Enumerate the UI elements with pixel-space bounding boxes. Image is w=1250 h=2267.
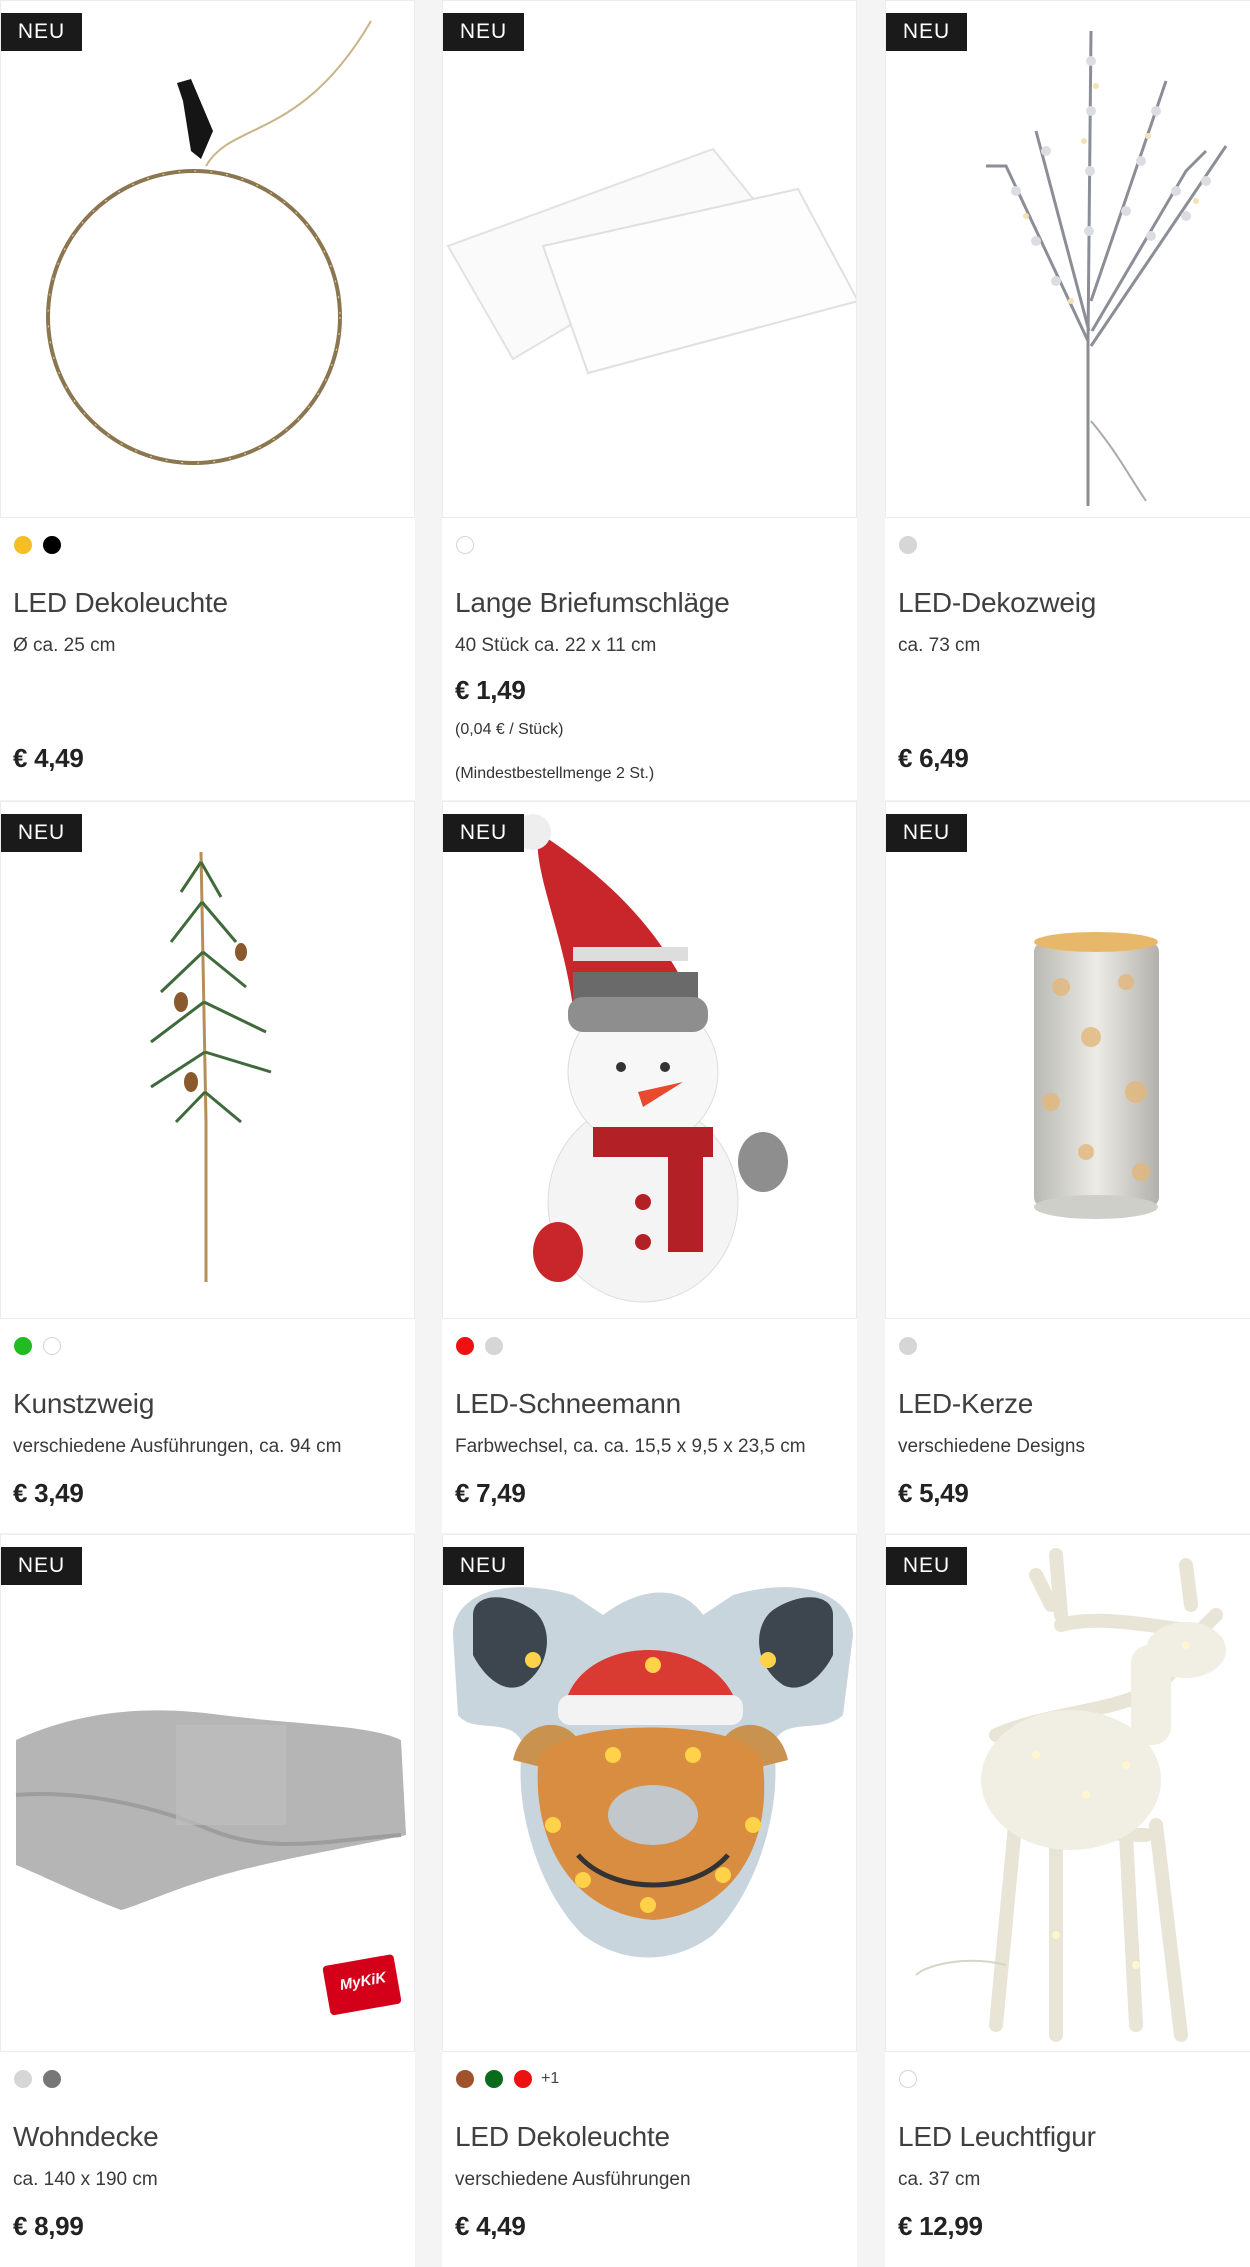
product-desc: 40 Stück ca. 22 x 11 cm	[455, 635, 657, 656]
new-badge: NEU	[443, 1547, 524, 1585]
color-swatches	[899, 2070, 917, 2088]
color-swatches	[899, 536, 917, 554]
product-desc: ca. 140 x 190 cm	[13, 2169, 158, 2190]
product-card[interactable]: NEU Lange Briefumschläge 40 Stück ca. 22…	[442, 0, 857, 800]
envelopes-icon	[446, 147, 856, 375]
product-card[interactable]: NEU Kunstzweig verschiedene Ausführungen…	[0, 801, 415, 1533]
product-image[interactable]: NEU	[442, 0, 857, 518]
new-badge: NEU	[443, 13, 524, 51]
color-swatch[interactable]	[899, 1337, 917, 1355]
product-image[interactable]: NEU	[885, 0, 1250, 518]
color-swatches	[899, 1337, 917, 1355]
new-badge: NEU	[886, 1547, 967, 1585]
new-badge: NEU	[1, 1547, 82, 1585]
product-title[interactable]: LED-Schneemann	[455, 1388, 681, 1420]
product-image[interactable]: NEU	[442, 1534, 857, 2052]
product-image[interactable]: NEU	[885, 801, 1250, 1319]
product-price: € 4,49	[455, 2211, 526, 2241]
reindeer-figure-icon	[915, 1548, 1226, 2042]
color-swatches	[14, 1337, 61, 1355]
color-swatch[interactable]	[514, 2070, 532, 2088]
color-swatch[interactable]	[14, 536, 32, 554]
color-swatch[interactable]	[485, 1337, 503, 1355]
product-image[interactable]: NEU	[442, 801, 857, 1319]
product-card[interactable]: NEU LED-Schneemann Farbwechsel, ca. ca. …	[442, 801, 857, 1533]
color-swatch[interactable]	[14, 1337, 32, 1355]
product-price: € 4,49	[13, 743, 84, 773]
product-image[interactable]: NEU	[0, 801, 415, 1319]
product-image[interactable]: NEU MyKiK	[0, 1534, 415, 2052]
product-title[interactable]: LED Dekoleuchte	[13, 587, 228, 619]
min-order-note: (Mindestbestellmenge 2 St.)	[455, 765, 655, 782]
product-price: € 3,49	[13, 1478, 84, 1508]
color-swatch[interactable]	[14, 2070, 32, 2088]
new-badge: NEU	[1, 13, 82, 51]
color-swatches: +1	[456, 2070, 559, 2088]
product-title[interactable]: LED Dekoleuchte	[455, 2121, 670, 2153]
product-price: € 7,49	[455, 1478, 526, 1508]
product-card[interactable]: NEU +1 LED Dekoleuchte verschiedene Ausf…	[442, 1534, 857, 2267]
pine-branch-icon	[150, 851, 272, 1282]
color-swatches	[456, 536, 474, 554]
reindeer-light-icon	[453, 1587, 853, 1958]
product-card[interactable]: NEU LED Dekoleuchte Ø ca. 25 cm € 4,49	[0, 0, 415, 800]
color-swatch[interactable]	[899, 536, 917, 554]
product-desc: ca. 73 cm	[898, 635, 981, 656]
unit-price: (0,04 € / Stück)	[455, 721, 564, 738]
product-title[interactable]: Wohndecke	[13, 2121, 159, 2153]
color-swatches	[14, 536, 61, 554]
new-badge: NEU	[443, 814, 524, 852]
color-swatch[interactable]	[43, 1337, 61, 1355]
led-candle-icon	[1034, 932, 1159, 1219]
new-badge: NEU	[1, 814, 82, 852]
product-price: € 12,99	[898, 2211, 983, 2241]
product-card[interactable]: NEU LED-Dekozweig ca. 73 cm € 6,49	[885, 0, 1250, 800]
product-desc: verschiedene Ausführungen	[455, 2169, 691, 2190]
new-badge: NEU	[886, 814, 967, 852]
product-image[interactable]: NEU	[885, 1534, 1250, 2052]
product-card[interactable]: NEU MyKiK Wohndecke ca. 140 x 190 cm € 8…	[0, 1534, 415, 2267]
color-swatch[interactable]	[456, 2070, 474, 2088]
product-card[interactable]: NEU LED-Kerze verschiedene Designs € 5,4…	[885, 801, 1250, 1533]
product-title[interactable]: Kunstzweig	[13, 1388, 154, 1420]
color-swatch[interactable]	[456, 1337, 474, 1355]
product-desc: verschiedene Ausführungen, ca. 94 cm	[13, 1436, 342, 1457]
product-price: € 8,99	[13, 2211, 84, 2241]
product-price: € 6,49	[898, 743, 969, 773]
product-desc: Farbwechsel, ca. ca. 15,5 x 9,5 x 23,5 c…	[455, 1436, 806, 1457]
color-swatch[interactable]	[899, 2070, 917, 2088]
more-colors[interactable]: +1	[541, 2070, 559, 2088]
snowman-icon	[515, 814, 788, 1303]
product-card[interactable]: NEU LED Leuchtfigur ca. 37 cm € 12,99	[885, 1534, 1250, 2267]
color-swatch[interactable]	[43, 536, 61, 554]
product-title[interactable]: LED-Dekozweig	[898, 587, 1096, 619]
product-price: € 5,49	[898, 1478, 969, 1508]
product-title[interactable]: LED-Kerze	[898, 1388, 1033, 1420]
color-swatch[interactable]	[456, 536, 474, 554]
led-branch-icon	[986, 30, 1228, 506]
color-swatch[interactable]	[485, 2070, 503, 2088]
product-price: € 1,49	[455, 675, 526, 705]
product-desc: Ø ca. 25 cm	[13, 635, 116, 656]
color-swatch[interactable]	[43, 2070, 61, 2088]
product-desc: verschiedene Designs	[898, 1436, 1085, 1457]
product-title[interactable]: Lange Briefumschläge	[455, 587, 730, 619]
color-swatches	[456, 1337, 503, 1355]
product-title[interactable]: LED Leuchtfigur	[898, 2121, 1096, 2153]
product-image[interactable]: NEU	[0, 0, 415, 518]
led-ring-light-icon	[46, 20, 372, 465]
product-desc: ca. 37 cm	[898, 2169, 981, 2190]
new-badge: NEU	[886, 13, 967, 51]
product-grid: NEU LED Dekoleuchte Ø ca. 25 cm € 4,49 N…	[0, 0, 1250, 2267]
color-swatches	[14, 2070, 61, 2088]
